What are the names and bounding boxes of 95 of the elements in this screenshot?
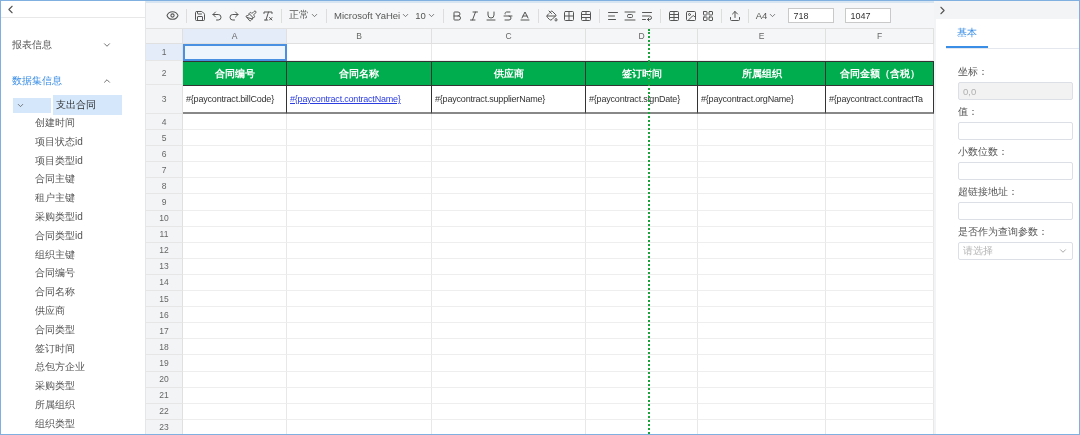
fill-bucket-icon[interactable] [545,9,558,22]
tree-item[interactable]: 合同编号 [35,267,75,279]
table-icon[interactable] [667,9,680,22]
chevron-icon[interactable] [102,76,112,86]
chevron-icon [1058,246,1068,256]
undo-icon[interactable] [211,9,223,22]
tree-item[interactable]: 采购类型id [35,211,83,222]
row-header[interactable]: 15 [146,291,183,308]
row-header[interactable]: 1 [146,44,183,61]
caret-icon [310,11,319,20]
input-field[interactable] [958,202,1073,220]
font-color-icon[interactable] [518,9,531,22]
column-header[interactable]: A [183,29,287,44]
width-field[interactable]: 718 [788,8,835,23]
italic-icon[interactable] [467,9,480,22]
field-label: 坐标： [958,65,989,79]
field-label: 是否作为查询参数： [958,225,1049,239]
table-header-cell: 合同金额（含税） [826,61,934,85]
table-cell: #{paycontract.supplierName} [432,85,586,114]
cell-link[interactable]: #{paycontract.contractName} [290,94,401,104]
tree-item[interactable]: 供应商 [35,304,65,316]
row-header[interactable]: 8 [146,178,183,195]
column-header[interactable]: F [826,29,934,44]
tree-item[interactable]: 所属组织 [35,398,75,410]
tree-item[interactable]: 总包方企业 [35,361,85,373]
paper-select[interactable]: A4 [755,10,778,21]
size-select[interactable]: 10 [415,10,436,21]
caret-icon [401,11,411,20]
tree-item[interactable]: 合同名称 [35,286,75,298]
upload-icon[interactable] [728,9,741,22]
height-field[interactable]: 1047 [845,8,892,23]
section-header[interactable]: 报表信息 [12,38,112,52]
merge-cells-icon[interactable] [579,9,592,22]
tree-item[interactable]: 支出合同 [53,95,122,115]
save-icon[interactable] [194,9,206,22]
input-field[interactable] [958,122,1073,140]
row-header[interactable]: 7 [146,162,183,179]
clear-format-icon[interactable] [262,9,274,22]
section-header[interactable]: 数据集信息 [12,74,112,88]
field-label: 值： [958,105,979,119]
strikethrough-icon[interactable] [501,9,514,22]
row-header[interactable]: 4 [146,114,183,131]
paintbrush-icon[interactable] [245,9,257,22]
chevron-icon[interactable] [102,40,112,50]
row-header[interactable]: 6 [146,146,183,163]
corner-cell[interactable] [146,29,183,44]
column-header[interactable]: C [432,29,586,44]
tree-item[interactable]: 合同类型 [35,323,75,335]
align-left-icon[interactable] [606,9,619,22]
column-header[interactable]: E [698,29,826,44]
tree-item[interactable]: 项目类型id [35,154,83,166]
table-header-cell: 供应商 [432,61,586,85]
tree-item[interactable]: 采购类型 [35,380,75,392]
vertical-align-icon[interactable] [623,9,636,22]
tree-item[interactable]: 租户主键 [35,192,75,204]
table-header-cell: 合同编号 [183,61,287,85]
caret-icon [426,11,436,20]
row-header[interactable]: 9 [146,194,183,211]
border-icon[interactable] [562,9,575,22]
table-header-cell: 所属组织 [698,61,826,85]
tree-item[interactable]: 组织主键 [35,248,75,260]
field-label: 小数位数： [958,145,1009,159]
row-header[interactable]: 2 [146,61,183,85]
bold-icon[interactable] [450,9,463,22]
field-label: 超链接地址： [958,185,1019,199]
grid-icon[interactable] [701,9,714,22]
caret-icon [768,11,778,20]
tree-item[interactable]: 合同主键 [35,173,75,185]
image-icon[interactable] [684,9,697,22]
style-select[interactable]: 正常 [289,9,319,22]
wrap-text-icon[interactable] [640,9,653,22]
font-select[interactable]: Microsoft YaHei [334,10,411,21]
row-header[interactable]: 3 [146,85,183,114]
tree-item[interactable]: 合同类型id [35,229,83,241]
active-cell[interactable] [183,44,287,61]
row-header[interactable]: 17 [146,323,183,340]
redo-icon[interactable] [228,9,240,22]
tree-item[interactable]: 创建时间 [35,117,75,128]
tree-item[interactable]: 项目状态id [35,135,83,147]
table-cell: #{paycontract.billCode} [183,85,287,114]
row-header[interactable]: 16 [146,307,183,324]
input-field[interactable] [958,162,1073,180]
column-header[interactable]: D [586,29,698,44]
row-header[interactable]: 19 [146,355,183,372]
tree-item[interactable]: 组织类型 [35,417,75,429]
tab[interactable]: 基本 [946,26,988,48]
tree-item[interactable]: 签订时间 [35,342,75,354]
row-header[interactable]: 5 [146,130,183,147]
table-cell: #{paycontract.orgName} [698,85,826,114]
column-header[interactable]: B [287,29,432,44]
underline-icon[interactable] [484,9,497,22]
eye-icon[interactable] [166,9,179,22]
table-header-cell: 合同名称 [287,61,432,85]
row-header[interactable]: 18 [146,339,183,356]
table-cell: #{paycontract.signDate} [586,85,698,114]
